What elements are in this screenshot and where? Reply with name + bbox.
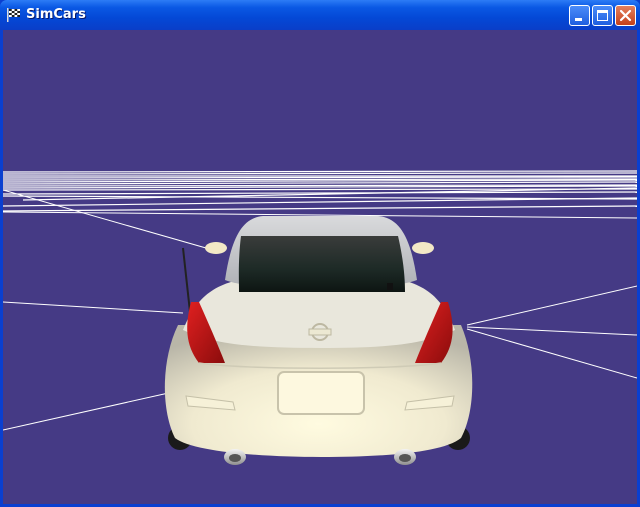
window-title: SimCars [26, 7, 86, 22]
close-icon [619, 9, 632, 22]
license-plate [277, 371, 365, 415]
checkered-flag-icon [7, 8, 20, 22]
app-window: SimCars [0, 0, 640, 507]
maximize-button[interactable] [592, 5, 613, 26]
3d-viewport[interactable] [3, 30, 637, 504]
scene-render [3, 170, 637, 465]
car-rear [164, 216, 473, 465]
minimize-icon [575, 18, 582, 21]
title-bar[interactable]: SimCars [0, 0, 640, 30]
horizon-lines [3, 170, 637, 212]
close-button[interactable] [615, 5, 636, 26]
maximize-icon [597, 10, 608, 21]
minimize-button[interactable] [569, 5, 590, 26]
